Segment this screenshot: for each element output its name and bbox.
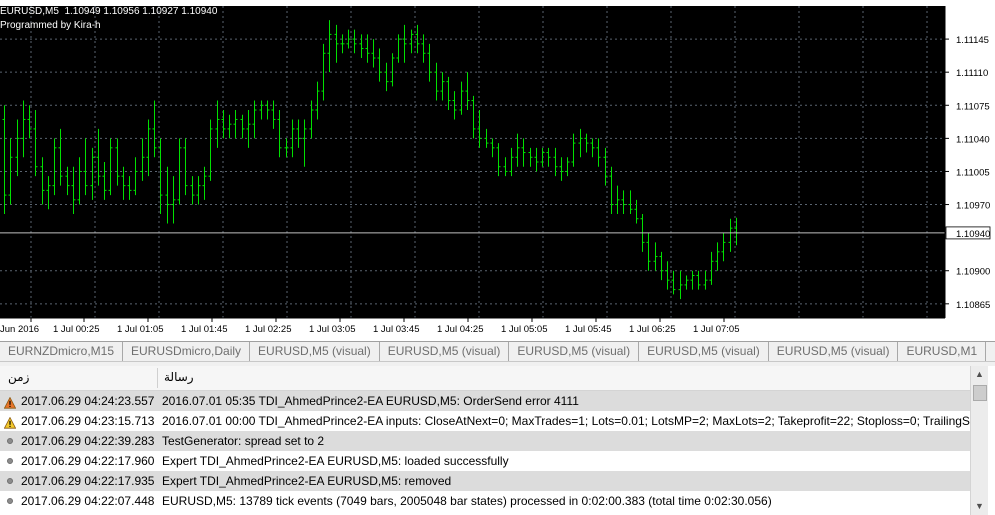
- price-axis-label: 1.10865: [956, 300, 990, 311]
- chart-subtitle: Programmed by Kira-h: [0, 20, 101, 31]
- scrollbar-thumb[interactable]: [973, 385, 987, 401]
- journal-row-message: 2016.07.01 05:35 TDI_AhmedPrince2-EA EUR…: [162, 394, 579, 408]
- tab-chart-1[interactable]: EURNZDmicro,M15: [0, 342, 124, 361]
- journal-row-message: Expert TDI_AhmedPrince2-EA EURUSD,M5: re…: [162, 474, 452, 488]
- scroll-up-icon[interactable]: ▲: [971, 366, 988, 383]
- journal-row-time: 2017.06.29 04:22:17.935: [21, 474, 155, 488]
- current-price-label: 1.10940: [956, 229, 990, 240]
- price-chart-panel[interactable]: 1.11145 1.11110 1.11075 1.11040 1.11005 1.109…: [0, 0, 995, 341]
- journal-row-message: TestGenerator: spread set to 2: [162, 434, 325, 448]
- journal-row-message: 2016.07.01 00:00 TDI_AhmedPrince2-EA inp…: [162, 414, 970, 428]
- journal-row[interactable]: 2017.06.29 04:22:39.283 TestGenerator: sp…: [0, 431, 970, 451]
- journal-row-time: 2017.06.29 04:22:39.283: [21, 434, 155, 448]
- time-axis-label: 1 Jul 04:25: [437, 324, 483, 335]
- column-header-time[interactable]: زمن: [8, 370, 29, 384]
- journal-row[interactable]: 2017.06.29 04:23:15.713 2016.07.01 00:00 …: [0, 411, 970, 431]
- time-axis-label: 1 Jul 06:25: [629, 324, 675, 335]
- scroll-down-icon[interactable]: ▼: [971, 498, 988, 515]
- tab-chart-4[interactable]: EURUSD,M5 (visual): [380, 342, 510, 361]
- journal-header: زمن رسالة: [0, 366, 970, 391]
- journal-row-time: 2017.06.29 04:22:17.960: [21, 454, 155, 468]
- time-axis-label: 1 Jul 05:45: [565, 324, 611, 335]
- time-axis-label: 1 Jul 01:05: [117, 324, 163, 335]
- price-axis-label: 1.11110: [956, 68, 988, 79]
- tab-chart-6[interactable]: EURUSD,M5 (visual): [639, 342, 769, 361]
- tab-chart-8[interactable]: EURUSD,M1: [898, 342, 987, 361]
- price-axis-label: 1.11075: [956, 101, 990, 112]
- warning-icon: [3, 415, 17, 429]
- tab-chart-2[interactable]: EURUSDmicro,Daily: [123, 342, 251, 361]
- journal-row[interactable]: 2017.06.29 04:22:07.448 EURUSD,M5: 13789 …: [0, 491, 970, 511]
- price-axis-label: 1.11040: [956, 134, 990, 145]
- journal-row-message: EURUSD,M5: 13789 tick events (7049 bars,…: [162, 494, 772, 508]
- price-chart[interactable]: 1.11145 1.11110 1.11075 1.11040 1.11005 1.109…: [0, 0, 995, 341]
- journal-row-time: 2017.06.29 04:22:07.448: [21, 494, 155, 508]
- time-axis-label: 1 Jul 07:05: [693, 324, 739, 335]
- journal-row[interactable]: 2017.06.29 04:22:17.960 Expert TDI_AhmedP…: [0, 451, 970, 471]
- info-dot-icon: [7, 458, 13, 464]
- tab-chart-3[interactable]: EURUSD,M5 (visual): [250, 342, 380, 361]
- journal-row-message: Expert TDI_AhmedPrince2-EA EURUSD,M5: lo…: [162, 454, 509, 468]
- journal-row-time: 2017.06.29 04:23:15.713: [21, 414, 155, 428]
- error-warning-icon: [3, 395, 17, 409]
- time-axis-label: 1 Jul 01:45: [181, 324, 227, 335]
- time-axis-label: 1 Jul 05:05: [501, 324, 547, 335]
- tab-chart-7[interactable]: EURUSD,M5 (visual): [769, 342, 899, 361]
- column-divider[interactable]: [157, 368, 158, 388]
- price-axis-label: 1.11005: [956, 167, 990, 178]
- journal-scrollbar[interactable]: ▲ ▼: [970, 366, 988, 515]
- journal-row[interactable]: 2017.06.29 04:24:23.557 2016.07.01 05:35 …: [0, 391, 970, 411]
- info-dot-icon: [7, 438, 13, 444]
- journal-row[interactable]: 2017.06.29 04:22:17.935 Expert TDI_AhmedP…: [0, 471, 970, 491]
- time-axis-label: 1 Jul 00:25: [53, 324, 99, 335]
- price-axis-label: 1.11145: [956, 35, 989, 46]
- chart-tabs: EURNZDmicro,M15 EURUSDmicro,Daily EURUSD,M…: [0, 341, 995, 362]
- tab-chart-5[interactable]: EURUSD,M5 (visual): [509, 342, 640, 361]
- journal-panel: زمن رسالة 2017.06.29 04:24:23.557 2016.07…: [0, 366, 995, 515]
- journal-row-time: 2017.06.29 04:24:23.557: [21, 394, 155, 408]
- info-dot-icon: [7, 498, 13, 504]
- price-axis-label: 1.10900: [956, 267, 990, 278]
- time-axis-label: 1 Jul 03:45: [373, 324, 419, 335]
- chart-title: EURUSD,M5 1.10949 1.10956 1.10927 1.1094…: [0, 6, 218, 17]
- time-axis-label: 1 Jul 02:25: [245, 324, 291, 335]
- time-axis-label: Jun 2016: [0, 324, 39, 335]
- column-header-message[interactable]: رسالة: [164, 370, 194, 384]
- time-axis-label: 1 Jul 03:05: [309, 324, 355, 335]
- price-axis-label: 1.10970: [956, 201, 990, 212]
- info-dot-icon: [7, 478, 13, 484]
